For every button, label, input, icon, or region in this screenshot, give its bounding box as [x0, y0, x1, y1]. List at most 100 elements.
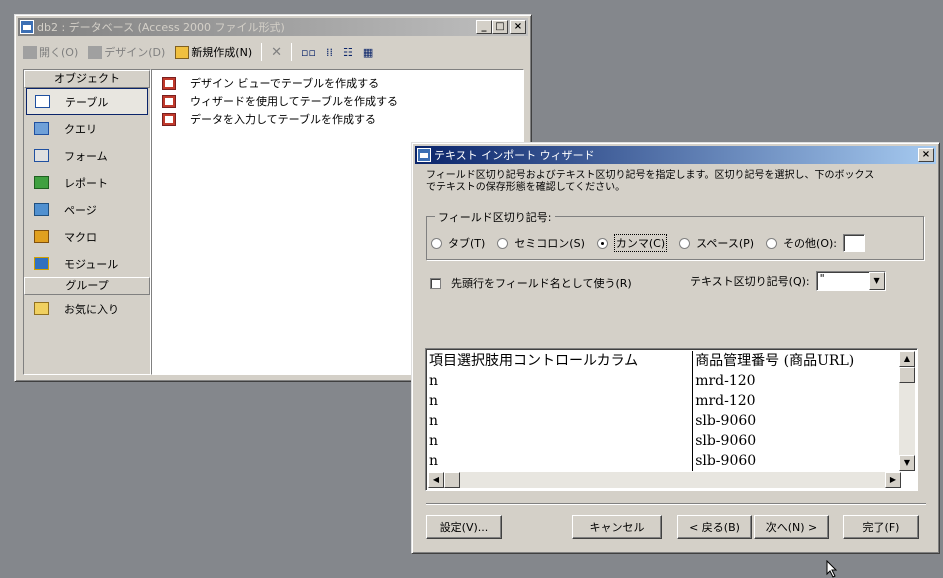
table-cell: n — [428, 391, 694, 411]
cancel-button[interactable]: キャンセル — [572, 515, 662, 539]
maximize-button[interactable]: □ — [492, 20, 508, 34]
next-button[interactable]: 次へ(N) > — [754, 515, 829, 539]
object-label: マクロ — [64, 230, 97, 244]
radio-indicator — [679, 237, 691, 249]
preview-grid[interactable]: 項目選択肢用コントロールカラム 商品管理番号 (商品URL) n mrd-120… — [425, 348, 918, 491]
list-item[interactable]: デザイン ビューでテーブルを作成する — [152, 74, 523, 92]
favorites-label: お気に入り — [64, 302, 119, 316]
finish-button[interactable]: 完了(F) — [843, 515, 919, 539]
table-row: n mrd-120 — [428, 391, 901, 411]
button-divider — [426, 503, 926, 505]
scroll-left-icon[interactable]: ◀ — [428, 472, 444, 488]
radio-indicator-selected — [596, 237, 608, 249]
new-label: 新規作成(N) — [191, 46, 253, 59]
table-cell: n — [428, 371, 694, 391]
new-button[interactable]: 新規作成(N) — [171, 41, 256, 63]
vertical-scroll-thumb[interactable] — [899, 367, 915, 383]
object-label: クエリ — [64, 122, 97, 136]
radio-space[interactable]: スペース(P) — [679, 235, 754, 251]
list-item-label: デザイン ビューでテーブルを作成する — [190, 77, 380, 90]
list-item[interactable]: データを入力してテーブルを作成する — [152, 110, 523, 128]
object-label: ページ — [64, 203, 97, 217]
delimiter-group: フィールド区切り記号: タブ(T) セミコロン(S) カンマ(C) スペース(P… — [426, 209, 924, 260]
radio-label: その他(O): — [783, 237, 838, 250]
chevron-down-icon[interactable]: ▼ — [868, 272, 885, 290]
database-app-icon — [20, 20, 34, 34]
first-row-checkbox[interactable] — [430, 277, 441, 289]
details-view-icon[interactable]: ▦ — [359, 46, 377, 59]
back-button[interactable]: < 戻る(B) — [677, 515, 752, 539]
db-titlebar[interactable]: db2 : データベース (Access 2000 ファイル形式) _ □ × — [18, 18, 528, 36]
large-icons-view-icon[interactable]: ▫▫ — [297, 46, 320, 59]
groups-header[interactable]: グループ — [24, 277, 150, 295]
create-table-icon — [162, 112, 176, 126]
object-queries[interactable]: クエリ — [24, 115, 150, 142]
radio-label: セミコロン(S) — [514, 237, 585, 250]
table-cell: mrd-120 — [695, 373, 756, 389]
scroll-up-icon[interactable]: ▲ — [899, 351, 915, 367]
preview-table: 項目選択肢用コントロールカラム 商品管理番号 (商品URL) n mrd-120… — [428, 351, 901, 471]
radio-tab[interactable]: タブ(T) — [431, 235, 485, 251]
table-cell: mrd-120 — [695, 393, 756, 409]
table-cell: 商品管理番号 (商品URL) — [695, 353, 855, 369]
table-icon — [35, 95, 50, 108]
table-cell: slb-9060 — [695, 413, 757, 429]
query-icon — [34, 122, 49, 135]
radio-label: タブ(T) — [448, 237, 486, 250]
objects-header[interactable]: オブジェクト — [24, 70, 150, 88]
radio-indicator — [497, 237, 509, 249]
delimiter-group-title: フィールド区切り記号: — [435, 209, 555, 225]
wizard-close-button[interactable]: × — [918, 148, 934, 162]
first-row-field-names[interactable]: 先頭行をフィールド名として使う(R) — [430, 275, 632, 291]
other-delimiter-input[interactable] — [843, 234, 866, 252]
create-table-icon — [162, 94, 176, 108]
object-label: モジュール — [64, 257, 119, 271]
object-modules[interactable]: モジュール — [24, 250, 150, 277]
toolbar-separator — [261, 43, 263, 61]
object-label: レポート — [64, 176, 108, 190]
design-label: デザイン(D) — [104, 46, 166, 59]
object-macros[interactable]: マクロ — [24, 223, 150, 250]
objects-bar: オブジェクト テーブル クエリ フォーム レポート ページ マクロ モジュール — [23, 69, 151, 375]
design-button[interactable]: デザイン(D) — [84, 41, 169, 63]
open-button[interactable]: 開く(O) — [19, 41, 82, 63]
text-qualifier: テキスト区切り記号(Q): " ▼ — [690, 271, 886, 291]
object-forms[interactable]: フォーム — [24, 142, 150, 169]
radio-label: カンマ(C) — [613, 234, 668, 252]
list-item-label: ウィザードを使用してテーブルを作成する — [190, 95, 399, 108]
object-reports[interactable]: レポート — [24, 169, 150, 196]
minimize-button[interactable]: _ — [476, 20, 492, 34]
radio-indicator — [766, 237, 778, 249]
open-icon — [23, 45, 37, 59]
vertical-scrollbar[interactable]: ▲ ▼ — [899, 351, 915, 471]
page-icon — [34, 203, 49, 216]
db-window-title: db2 : データベース (Access 2000 ファイル形式) — [37, 21, 285, 34]
table-row: n slb-9060 — [428, 411, 901, 431]
object-tables[interactable]: テーブル — [26, 88, 148, 115]
list-item[interactable]: ウィザードを使用してテーブルを作成する — [152, 92, 523, 110]
settings-button[interactable]: 設定(V)... — [426, 515, 502, 539]
wizard-app-icon — [417, 148, 431, 162]
scroll-down-icon[interactable]: ▼ — [899, 455, 915, 471]
small-icons-view-icon[interactable]: ⁞⁞ — [322, 46, 337, 59]
wizard-titlebar[interactable]: テキスト インポート ウィザード × — [415, 146, 936, 164]
text-import-wizard: テキスト インポート ウィザード × フィールド区切り記号およびテキスト区切り記… — [411, 142, 940, 554]
horizontal-scrollbar[interactable]: ◀ ▶ — [428, 472, 901, 488]
close-button[interactable]: × — [510, 20, 526, 34]
text-qualifier-value: " — [819, 272, 825, 285]
delete-icon[interactable]: ✕ — [267, 45, 286, 60]
table-cell: n — [428, 411, 694, 431]
text-qualifier-select[interactable]: " ▼ — [815, 271, 886, 291]
list-item-label: データを入力してテーブルを作成する — [190, 113, 377, 126]
radio-semicolon[interactable]: セミコロン(S) — [497, 235, 585, 251]
mouse-cursor-icon — [826, 560, 838, 578]
radio-comma[interactable]: カンマ(C) — [596, 234, 668, 252]
list-view-icon[interactable]: ☷ — [339, 46, 357, 59]
group-favorites[interactable]: お気に入り — [24, 295, 150, 322]
create-table-icon — [162, 76, 176, 90]
design-icon — [88, 45, 103, 59]
object-pages[interactable]: ページ — [24, 196, 150, 223]
radio-other[interactable]: その他(O): — [766, 234, 866, 252]
scroll-right-icon[interactable]: ▶ — [885, 472, 901, 488]
horizontal-scroll-thumb[interactable] — [444, 472, 460, 488]
